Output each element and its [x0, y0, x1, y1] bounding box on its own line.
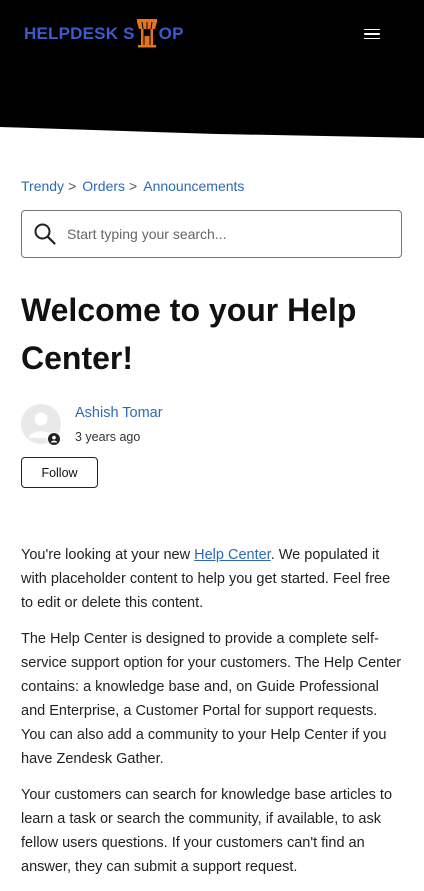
breadcrumb: Trendy > Orders > Announcements — [21, 178, 244, 194]
breadcrumb-link-orders[interactable]: Orders — [82, 178, 125, 194]
breadcrumb-separator: > — [68, 178, 77, 194]
storefront-icon — [136, 19, 157, 48]
logo-text-left: HELPDESK S — [24, 23, 135, 43]
hamburger-menu-icon[interactable] — [364, 26, 380, 42]
paragraph-text: You're looking at your new — [21, 547, 195, 563]
follow-button[interactable]: Follow — [21, 457, 98, 488]
breadcrumb-separator: > — [129, 178, 138, 194]
user-badge-icon — [47, 432, 61, 446]
page-title: Welcome to your Help Center! — [21, 292, 357, 376]
article-timestamp: 3 years ago — [75, 430, 141, 444]
search-input[interactable] — [65, 225, 369, 243]
article-paragraph: The Help Center is designed to provide a… — [21, 631, 402, 767]
site-header: HELPDESK S OP — [0, 0, 424, 138]
breadcrumb-link-trendy[interactable]: Trendy — [21, 178, 64, 194]
help-center-link[interactable]: Help Center — [194, 547, 271, 563]
logo[interactable]: HELPDESK S OP — [24, 16, 184, 50]
breadcrumb-link-announcements[interactable]: Announcements — [143, 178, 244, 194]
search-icon — [34, 223, 56, 245]
article-paragraph: You're looking at your new Help Center. … — [21, 543, 405, 615]
article-body: You're looking at your new Help Center. … — [21, 543, 405, 891]
author-name-link[interactable]: Ashish Tomar — [75, 405, 163, 421]
search-box[interactable] — [21, 210, 402, 258]
article-paragraph: Your customers can search for knowledge … — [21, 787, 393, 875]
logo-text-right: OP — [158, 23, 184, 43]
